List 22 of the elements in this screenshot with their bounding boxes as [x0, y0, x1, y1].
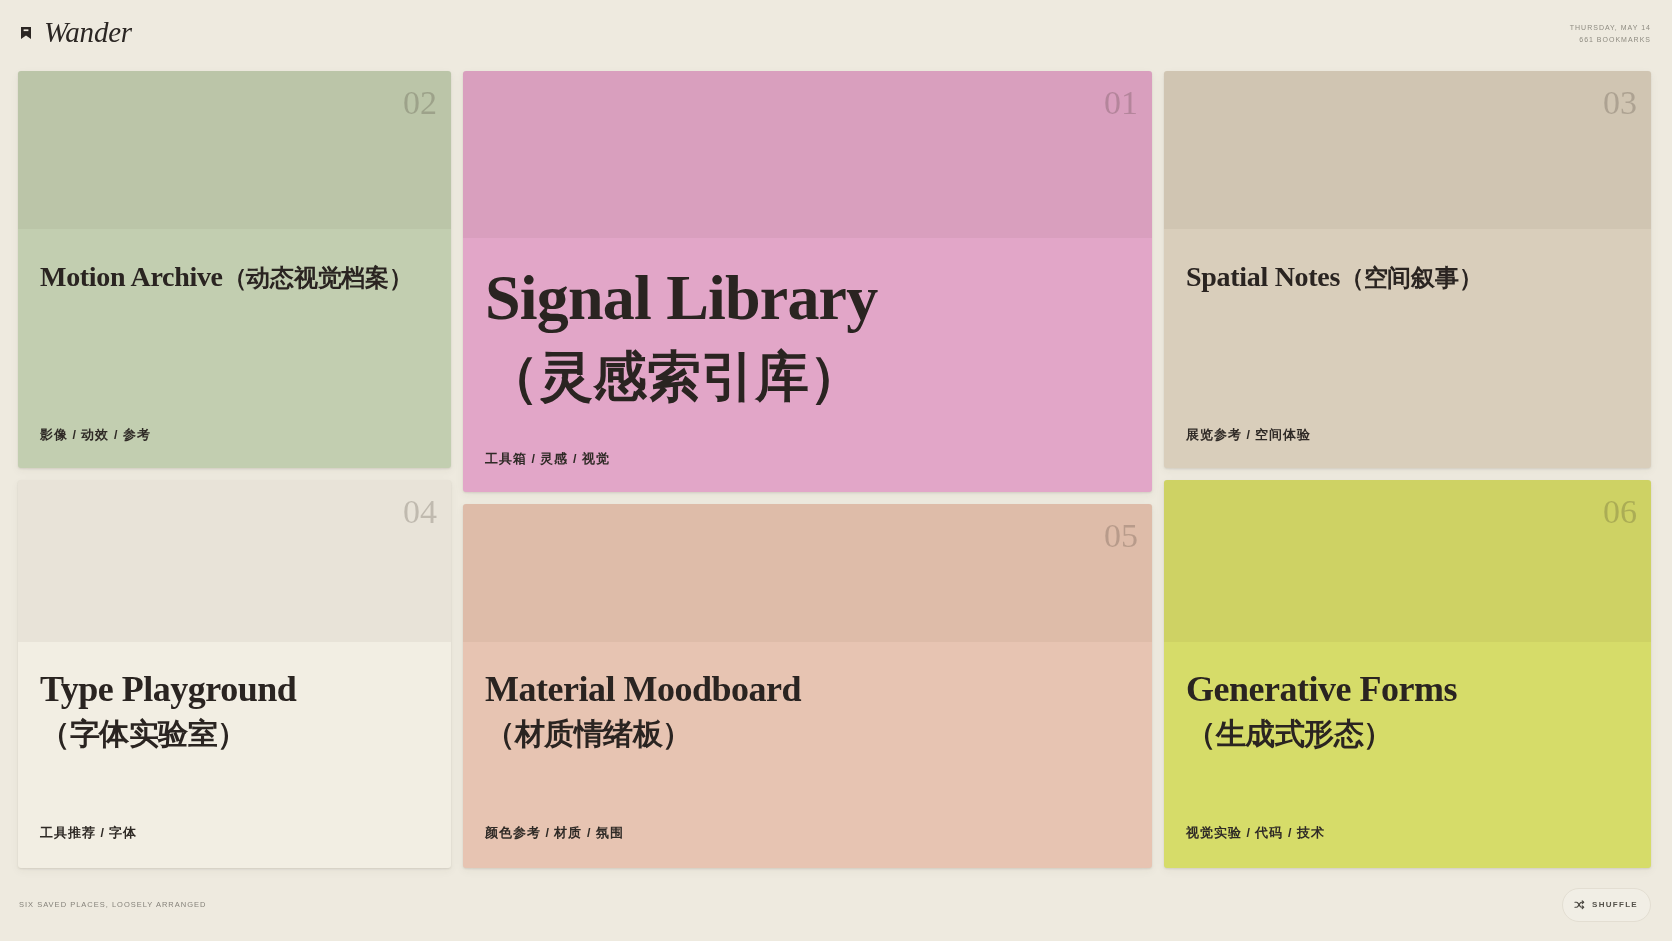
card-title: Signal Library	[485, 262, 878, 334]
card-title: Motion Archive	[40, 260, 223, 292]
card-title: Type Playground	[40, 669, 297, 711]
card-title: Generative Forms	[1186, 669, 1457, 711]
card-tags: 影像 / 动效 / 参考	[40, 426, 151, 443]
card-subtitle: （生成式形态）	[1186, 716, 1393, 754]
card-tags: 展览参考 / 空间体验	[1186, 426, 1312, 443]
card-tags: 工具推荐 / 字体	[40, 825, 138, 841]
card-subtitle: （动态视觉档案）	[222, 264, 413, 291]
card-title: Material Moodboard	[485, 669, 801, 711]
card-subtitle: （灵感索引库）	[485, 345, 863, 409]
shuffle-icon	[1574, 899, 1585, 910]
card-subtitle: （空间叙事）	[1340, 264, 1483, 291]
card-tags: 颜色参考 / 材质 / 氛围	[485, 825, 624, 841]
card-title: Spatial Notes	[1186, 260, 1340, 292]
card-tags: 视觉实验 / 代码 / 技术	[1186, 825, 1325, 841]
brand-name: Wander	[44, 17, 132, 49]
card-subtitle: （材质情绪板）	[485, 716, 692, 754]
card-subtitle: （字体实验室）	[40, 716, 247, 754]
bookmark-icon	[21, 27, 31, 39]
card-tags: 工具箱 / 灵感 / 视觉	[485, 451, 610, 467]
shuffle-button[interactable]: SHUFFLE	[1562, 887, 1651, 922]
